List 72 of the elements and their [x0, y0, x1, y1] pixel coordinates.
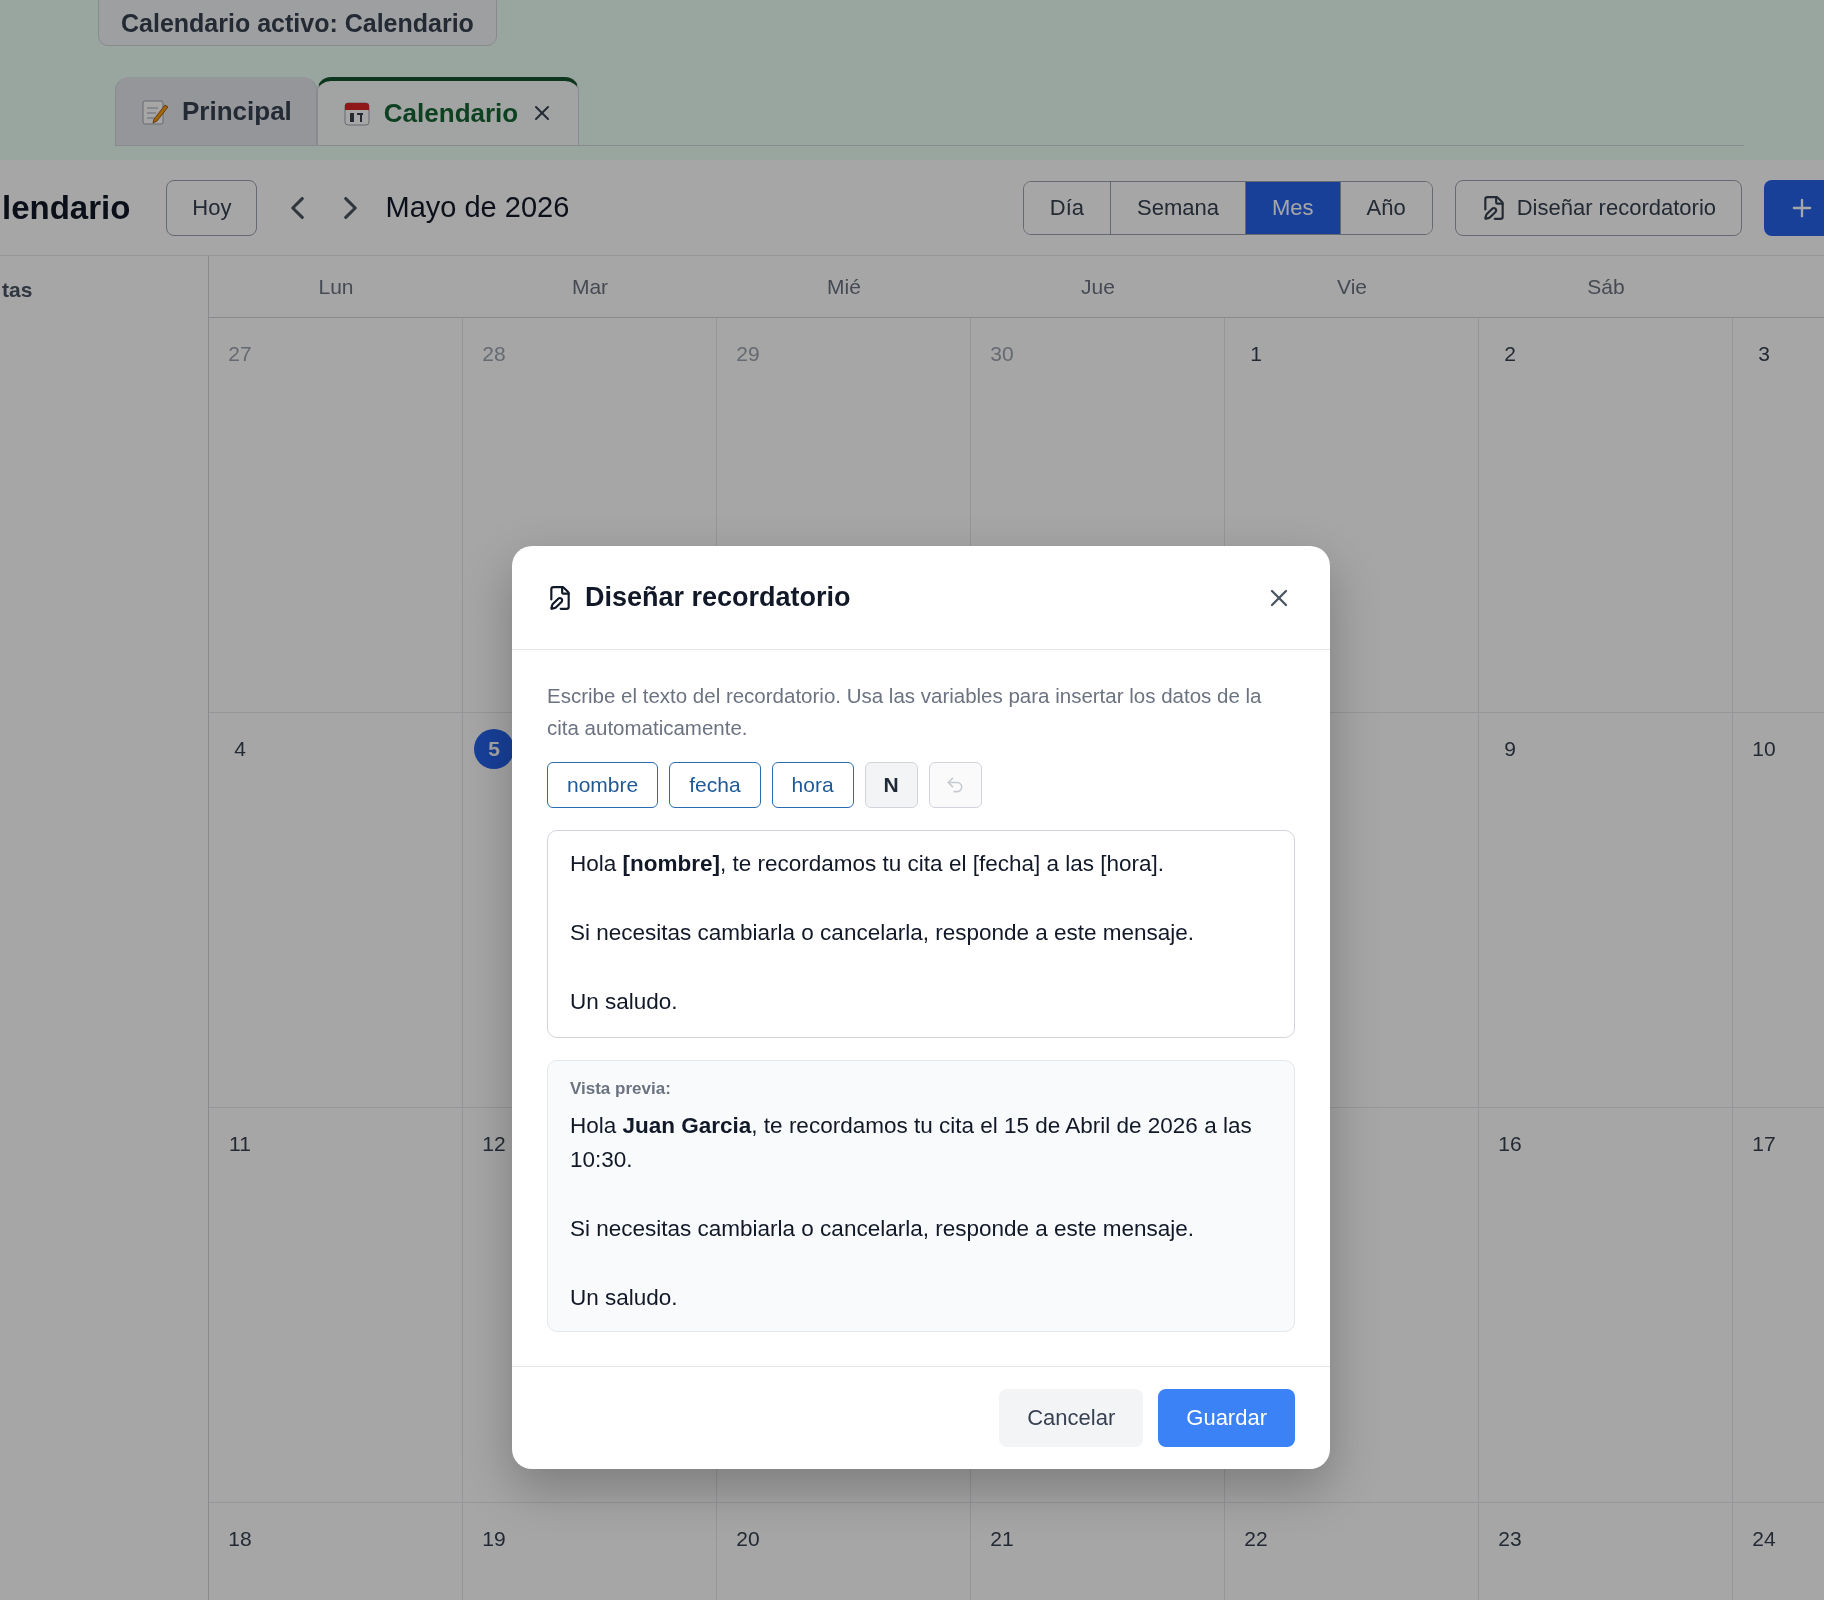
day-cell[interactable]: 4 — [209, 713, 463, 1108]
variable-button[interactable]: hora — [771, 762, 854, 808]
day-cell[interactable]: 23 — [1479, 1503, 1733, 1600]
tab[interactable]: Principal — [115, 77, 317, 145]
tab-label: Principal — [182, 96, 292, 127]
day-cell[interactable]: 20 — [717, 1503, 971, 1600]
day-number: 4 — [233, 736, 247, 762]
bold-button[interactable]: N — [864, 762, 918, 808]
day-cell[interactable]: 16 — [1479, 1108, 1733, 1503]
current-month: Mayo de 2026 — [385, 191, 570, 224]
day-number: 28 — [481, 341, 507, 367]
day-number: 24 — [1751, 1526, 1777, 1552]
day-number: 20 — [735, 1526, 761, 1552]
day-cell[interactable]: 11 — [209, 1108, 463, 1503]
day-number: 19 — [481, 1526, 507, 1552]
preview-paragraph: Hola Juan Garcia, te recordamos tu cita el 15 de Abril de 2026 a las 10:30. — [570, 1112, 1253, 1174]
chevron-left-icon — [291, 196, 305, 219]
day-cell[interactable]: 19 — [463, 1503, 717, 1600]
weekday-header: Mar — [463, 256, 717, 318]
variable-button[interactable]: fecha — [669, 762, 761, 808]
weekday-header: Vie — [1225, 256, 1479, 318]
day-number: 22 — [1243, 1526, 1269, 1552]
weekday-header: Mié — [717, 256, 971, 318]
tab[interactable]: Calendario — [316, 77, 580, 145]
preview-paragraph: Si necesitas cambiarla o cancelarla, responde a este mensaje. — [570, 1215, 1196, 1243]
day-cell[interactable]: 18 — [209, 1503, 463, 1600]
day-cell[interactable]: 21 — [971, 1503, 1225, 1600]
day-number: 10 — [1751, 736, 1777, 762]
view-option[interactable]: Mes — [1244, 181, 1340, 234]
editor-paragraph: Un saludo. — [570, 988, 679, 1016]
reminder-text-editor[interactable]: Hola [nombre], te recordamos tu cita el [fecha] a las [hora]. Si necesitas cambiarla o cancelarla, responde a este mensaje. Un saludo. — [547, 830, 1295, 1038]
day-number: 17 — [1751, 1131, 1777, 1157]
day-cell[interactable]: 3 — [1733, 318, 1824, 713]
day-number: 11 — [228, 1131, 252, 1157]
design-reminder-button[interactable]: Diseñar recordatorio — [1454, 179, 1742, 236]
sidebar-heading: tas — [2, 278, 33, 301]
cancel-button[interactable]: Cancelar — [999, 1389, 1144, 1447]
editor-paragraph: Hola [nombre], te recordamos tu cita el [fecha] a las [hora]. — [570, 850, 1165, 878]
day-number: 29 — [735, 341, 761, 367]
day-cell[interactable]: 10 — [1733, 713, 1824, 1108]
day-number: 1 — [1249, 341, 1263, 367]
day-number: 2 — [1503, 341, 1517, 367]
day-number: 9 — [1503, 736, 1517, 762]
day-number: 21 — [989, 1526, 1015, 1552]
day-cell[interactable]: 17 — [1733, 1108, 1824, 1503]
day-number: 16 — [1497, 1131, 1523, 1157]
view-option[interactable]: Año — [1339, 181, 1432, 234]
file-pen-icon — [547, 584, 573, 611]
editor-paragraph: Si necesitas cambiarla o cancelarla, responde a este mensaje. — [570, 919, 1196, 947]
chevron-right-icon — [344, 196, 358, 219]
day-cell[interactable]: 24 — [1733, 1503, 1824, 1600]
day-number: 27 — [227, 341, 253, 367]
day-number: 5 — [474, 729, 514, 769]
preview-label: Vista previa: — [570, 1079, 672, 1099]
day-number: 18 — [227, 1526, 253, 1552]
save-button[interactable]: Guardar — [1158, 1389, 1295, 1447]
active-calendar-badge: Calendario activo: Calendario — [98, 0, 497, 46]
weekday-header: Jue — [971, 256, 1225, 318]
tab-label: Calendario — [383, 97, 519, 129]
day-number: 23 — [1497, 1526, 1523, 1552]
day-number: 30 — [989, 341, 1015, 367]
day-cell[interactable]: 2 — [1479, 318, 1733, 713]
variable-button[interactable]: nombre — [547, 762, 659, 808]
preview-paragraph: Un saludo. — [570, 1284, 679, 1312]
day-number: 12 — [481, 1131, 507, 1157]
day-cell[interactable]: 9 — [1479, 713, 1733, 1108]
weekday-header: Lun — [209, 256, 463, 318]
day-number: 3 — [1757, 341, 1771, 367]
today-button[interactable]: Hoy — [166, 179, 258, 236]
weekday-header: Sáb — [1479, 256, 1733, 318]
day-cell[interactable]: 22 — [1225, 1503, 1479, 1600]
calendar-title: lendario — [2, 188, 131, 227]
